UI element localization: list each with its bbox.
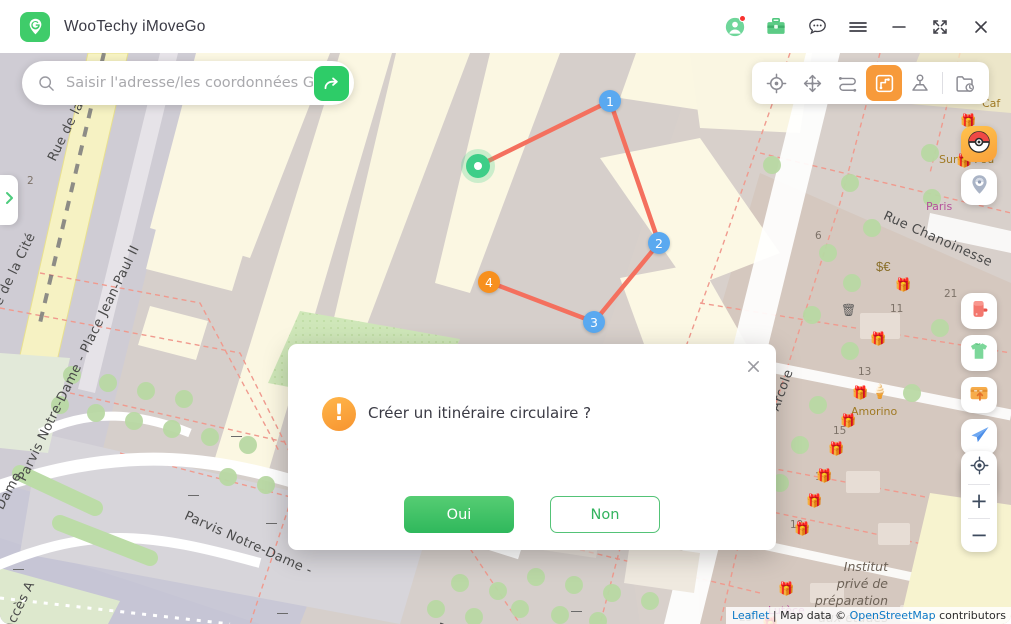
tshirt-icon (968, 340, 990, 367)
zoom-controls: + − (961, 451, 997, 552)
dialog-no-button[interactable]: Non (550, 496, 660, 533)
mode-toolbar (752, 62, 989, 104)
attrib-separator: | (769, 609, 781, 622)
dialog-actions: Oui Non (288, 496, 776, 533)
zoom-out-button[interactable]: − (961, 519, 997, 552)
route-marker-3[interactable]: 3 (583, 311, 605, 333)
warning-exclamation-icon: ! (322, 397, 356, 431)
bag-upload-toggle-button[interactable] (961, 377, 997, 413)
dialog-close-button[interactable] (743, 356, 763, 376)
account-avatar-icon[interactable] (723, 14, 747, 39)
dialog-message: Créer un itinéraire circulaire ? (368, 404, 592, 422)
route-marker-2[interactable]: 2 (648, 232, 670, 254)
two-spot-route-button[interactable] (830, 66, 866, 100)
potion-toggle-button[interactable] (961, 293, 997, 329)
close-icon[interactable] (969, 15, 993, 39)
search-icon (38, 75, 55, 92)
search-bar (22, 61, 354, 105)
pokestop-toggle-button[interactable] (961, 169, 997, 205)
search-input[interactable] (66, 75, 314, 91)
locate-crosshair-icon (970, 456, 989, 479)
joystick-mode-button[interactable] (902, 66, 938, 100)
history-button[interactable] (947, 66, 983, 100)
notification-dot (739, 14, 746, 22)
leaflet-link[interactable]: Leaflet (732, 609, 769, 622)
fullscreen-icon[interactable] (928, 15, 952, 39)
paper-plane-toggle-button[interactable] (961, 419, 997, 455)
app-logo-icon (20, 11, 50, 42)
zoom-in-button[interactable]: + (961, 485, 997, 518)
route-marker-1[interactable]: 1 (599, 90, 621, 112)
bag-upload-icon (968, 382, 990, 409)
attrib-mapdata: Map data © (780, 609, 850, 622)
toolbar-divider (942, 72, 943, 94)
pokestop-icon (968, 173, 991, 201)
route-marker-4[interactable]: 4 (478, 271, 500, 293)
map-attribution: Leaflet | Map data © OpenStreetMap contr… (725, 607, 1011, 624)
dialog-yes-button[interactable]: Oui (404, 496, 514, 533)
chevron-right-icon (5, 191, 14, 210)
teleport-mode-button[interactable] (758, 66, 794, 100)
potion-icon (968, 298, 990, 325)
menu-hamburger-icon[interactable] (846, 15, 870, 39)
attrib-contributors: contributors (935, 609, 1006, 622)
title-bar: WooTechy iMoveGo (0, 0, 1011, 53)
multi-spot-route-button[interactable] (866, 65, 902, 101)
paper-plane-icon (968, 423, 991, 451)
feedback-chat-icon[interactable] (805, 15, 829, 39)
pokeball-toggle-button[interactable] (961, 126, 997, 162)
search-go-button[interactable] (314, 65, 349, 101)
minimize-icon[interactable] (887, 15, 911, 39)
pokeball-icon (967, 130, 991, 159)
app-window: Rue de la Cité Rue de la Cité Rue Chanoine… (0, 0, 1011, 624)
tshirt-toggle-button[interactable] (961, 335, 997, 371)
title-bar-controls (723, 14, 1011, 39)
app-title: WooTechy iMoveGo (64, 17, 206, 35)
locate-me-button[interactable] (961, 451, 997, 484)
move-mode-button[interactable] (794, 66, 830, 100)
left-panel-toggle[interactable] (0, 175, 18, 225)
circular-route-dialog: ! Créer un itinéraire circulaire ? Oui N… (288, 344, 776, 550)
osm-link[interactable]: OpenStreetMap (850, 609, 936, 622)
toolbox-icon[interactable] (764, 15, 788, 39)
current-location-marker[interactable] (461, 149, 495, 183)
